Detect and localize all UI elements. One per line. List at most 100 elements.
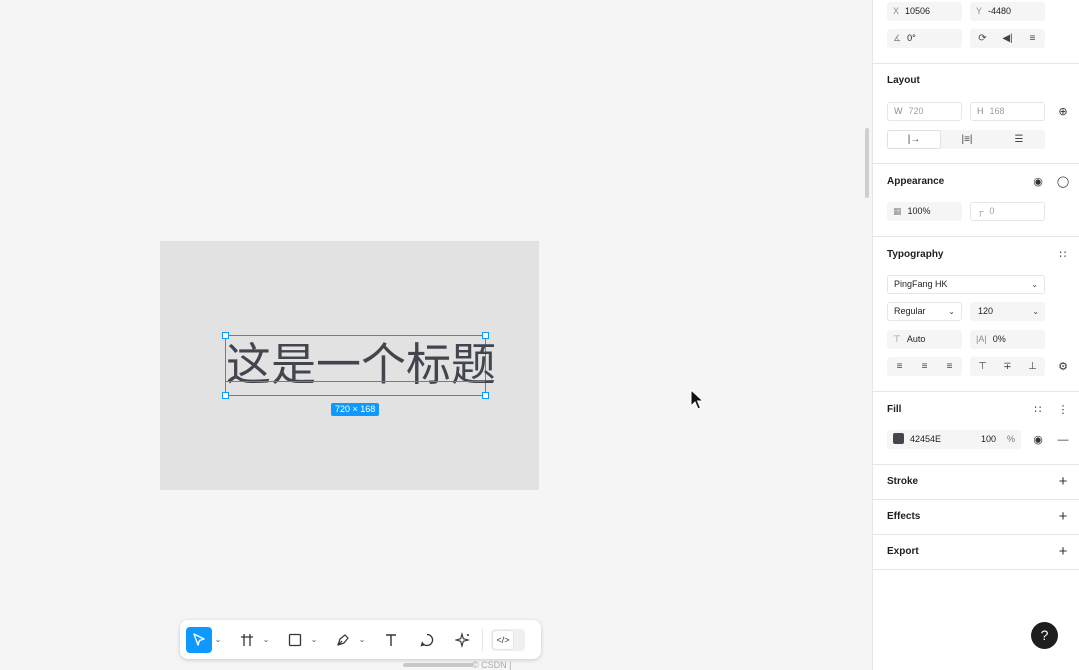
horizontal-scrollbar[interactable]	[403, 663, 473, 667]
pen-icon	[337, 633, 349, 646]
text-tool-button[interactable]	[378, 627, 404, 653]
align-left-icon[interactable]: ≡	[887, 357, 912, 376]
height-field[interactable]: H 168	[970, 102, 1045, 121]
styles-grid-icon[interactable]: ∷	[1031, 403, 1045, 417]
resize-handle-bottom-left[interactable]	[222, 392, 229, 399]
flip-vertical-icon[interactable]: ≡	[1020, 29, 1045, 48]
vertical-align-segment: ⊤ ∓ ⊥	[970, 357, 1045, 376]
chevron-down-icon: ⌄	[1032, 307, 1039, 316]
line-height-field[interactable]: ⊤ Auto	[887, 330, 962, 349]
fill-color-field[interactable]: 42454E 100 %	[887, 430, 1021, 449]
comment-tool-button[interactable]	[414, 627, 440, 653]
resize-handle-bottom-right[interactable]	[482, 392, 489, 399]
stroke-title: Stroke	[887, 476, 919, 487]
fill-title: Fill	[887, 404, 902, 415]
x-position-field[interactable]: X 10506	[887, 2, 962, 21]
add-effect-icon[interactable]: +	[1056, 509, 1070, 524]
chevron-down-icon[interactable]: ⌄	[308, 627, 320, 653]
fill-opacity-unit: %	[1007, 434, 1016, 444]
y-position-field[interactable]: Y -4480	[970, 2, 1045, 21]
mouse-cursor-icon	[690, 389, 704, 410]
rectangle-icon	[288, 633, 302, 646]
font-weight-value: Regular	[894, 306, 926, 316]
size-badge: 720 × 168	[331, 403, 380, 416]
h-label: H	[977, 106, 984, 116]
type-settings-icon[interactable]: ⚙	[1056, 360, 1070, 374]
font-weight-select[interactable]: Regular ⌄	[887, 302, 962, 321]
code-icon: </>	[493, 630, 513, 649]
line-height-icon: ⊤	[893, 334, 901, 344]
dev-mode-toggle[interactable]: </>	[491, 628, 525, 651]
w-label: W	[894, 106, 903, 116]
resize-handle-top-right[interactable]	[482, 332, 489, 339]
fill-section: Fill ∷ ⋮ 42454E 100 % ◉ —	[873, 392, 1079, 465]
corner-radius-icon: ┌	[977, 206, 984, 216]
selected-text-layer[interactable]: 这是一个标题	[222, 332, 496, 399]
typography-section: Typography ∷ PingFang HK ⌄ Regular ⌄ 120 ⌄ …	[873, 237, 1079, 392]
pointer-icon	[193, 632, 205, 646]
constrain-proportions-icon[interactable]: ⊕	[1056, 105, 1070, 119]
radius-value: 0	[989, 206, 995, 216]
chevron-down-icon: ⌄	[948, 307, 955, 316]
opacity-field[interactable]: ▦ 100%	[887, 202, 962, 221]
corner-radius-field[interactable]: ┌ 0	[970, 202, 1045, 221]
title-text[interactable]: 这是一个标题	[226, 339, 496, 391]
x-value: 10506	[905, 6, 931, 16]
letter-spacing-field[interactable]: |A| 0%	[970, 330, 1045, 349]
stroke-section: Stroke +	[873, 465, 1079, 500]
line-height-value: Auto	[906, 334, 926, 344]
frame-tool-button[interactable]	[234, 627, 260, 653]
frame-icon	[241, 633, 253, 646]
horizontal-align-segment: ≡ ≡ ≡	[887, 357, 962, 376]
width-field[interactable]: W 720	[887, 102, 962, 121]
watermark: © CSDN |	[472, 660, 517, 670]
align-right-icon[interactable]: ≡	[937, 357, 962, 376]
resizing-mode-segment: |→ |≡| ☰	[887, 130, 1045, 149]
rotation-field[interactable]: ∡ 0°	[887, 29, 962, 48]
toolbar-divider	[482, 628, 483, 651]
effects-title: Effects	[887, 511, 921, 522]
properties-panel: X 10506 Y -4480 ∡ 0° ⟳ ◀| ≡ Layout W 720 H 16…	[872, 0, 1079, 670]
layout-title: Layout	[887, 75, 920, 86]
add-export-icon[interactable]: +	[1056, 544, 1070, 559]
chevron-down-icon: ⌄	[1031, 280, 1038, 289]
rotate-90-icon[interactable]: ⟳	[970, 29, 995, 48]
align-middle-icon[interactable]: ∓	[995, 357, 1020, 376]
chevron-down-icon[interactable]: ⌄	[356, 627, 368, 653]
panel-scrollbar[interactable]	[865, 128, 869, 198]
shape-tool-button[interactable]	[282, 627, 308, 653]
pen-tool-button[interactable]	[330, 627, 356, 653]
visibility-eye-icon[interactable]: ◉	[1031, 175, 1045, 189]
chevron-down-icon[interactable]: ⌄	[260, 627, 272, 653]
comment-icon	[420, 633, 434, 646]
export-section: Export +	[873, 535, 1079, 570]
sparkle-icon	[455, 631, 471, 648]
auto-height-icon[interactable]: |≡|	[941, 130, 993, 149]
canvas[interactable]: 这是一个标题 720 × 168 ⌄ ⌄ ⌄ ⌄ </> © CSDN |	[0, 0, 872, 670]
fill-opacity: 100	[981, 434, 997, 444]
y-label: Y	[976, 6, 983, 16]
resize-handle-top-left[interactable]	[222, 332, 229, 339]
help-button[interactable]: ?	[1031, 622, 1058, 649]
blend-mode-drop-icon[interactable]: ◯	[1056, 175, 1070, 189]
align-center-icon[interactable]: ≡	[912, 357, 937, 376]
fill-visibility-eye-icon[interactable]: ◉	[1031, 433, 1045, 447]
fixed-size-icon[interactable]: ☰	[993, 130, 1045, 149]
align-bottom-icon[interactable]: ⊥	[1020, 357, 1045, 376]
font-size-field[interactable]: 120 ⌄	[970, 302, 1045, 321]
chevron-down-icon[interactable]: ⌄	[212, 627, 224, 653]
font-family-select[interactable]: PingFang HK ⌄	[887, 275, 1045, 294]
fill-swatch[interactable]	[893, 433, 904, 445]
remove-fill-icon[interactable]: —	[1056, 433, 1070, 447]
align-top-icon[interactable]: ⊤	[970, 357, 995, 376]
y-value: -4480	[988, 6, 1012, 16]
flip-horizontal-icon[interactable]: ◀|	[995, 29, 1020, 48]
opacity-icon: ▦	[893, 206, 902, 216]
add-stroke-icon[interactable]: +	[1056, 474, 1070, 489]
bottom-toolbar: ⌄ ⌄ ⌄ ⌄ </>	[180, 620, 541, 659]
styles-grid-icon[interactable]: ∷	[1056, 248, 1070, 262]
actions-tool-button[interactable]	[450, 627, 476, 653]
more-options-icon[interactable]: ⋮	[1056, 403, 1070, 417]
move-tool-button[interactable]	[186, 626, 212, 653]
auto-width-icon[interactable]: |→	[887, 130, 941, 149]
